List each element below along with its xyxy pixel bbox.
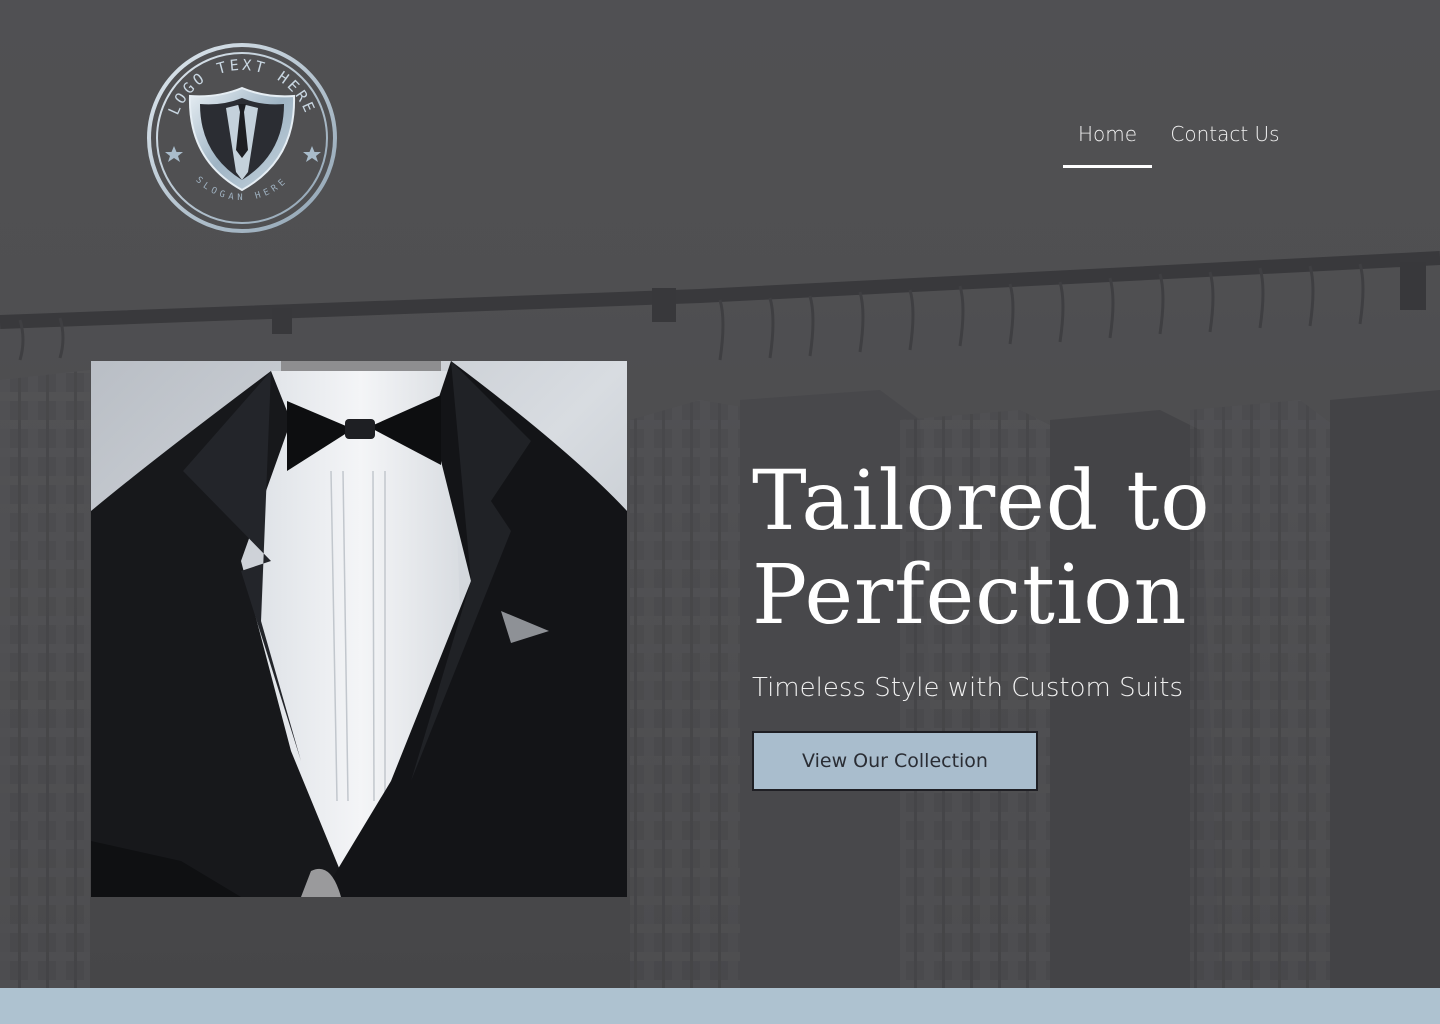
- nav-home[interactable]: Home: [1063, 100, 1152, 168]
- hero-headline-line-2: Perfection: [752, 548, 1188, 643]
- brand-logo[interactable]: LOGO TEXT HERE SLOGAN HERE: [146, 42, 338, 234]
- footer-strip: [0, 988, 1440, 1024]
- hero-subheadline: Timeless Style with Custom Suits: [752, 673, 1184, 703]
- star-icon: [165, 146, 183, 162]
- hero-headline-line-1: Tailored to: [752, 454, 1211, 549]
- page: LOGO TEXT HERE SLOGAN HERE Home Contact …: [0, 0, 1440, 1024]
- nav-contact-us[interactable]: Contact Us: [1160, 100, 1290, 168]
- hero-headline: Tailored to Perfection: [752, 455, 1352, 643]
- view-collection-button[interactable]: View Our Collection: [752, 731, 1038, 791]
- hero-tuxedo-image: [91, 361, 627, 897]
- star-icon: [303, 146, 321, 162]
